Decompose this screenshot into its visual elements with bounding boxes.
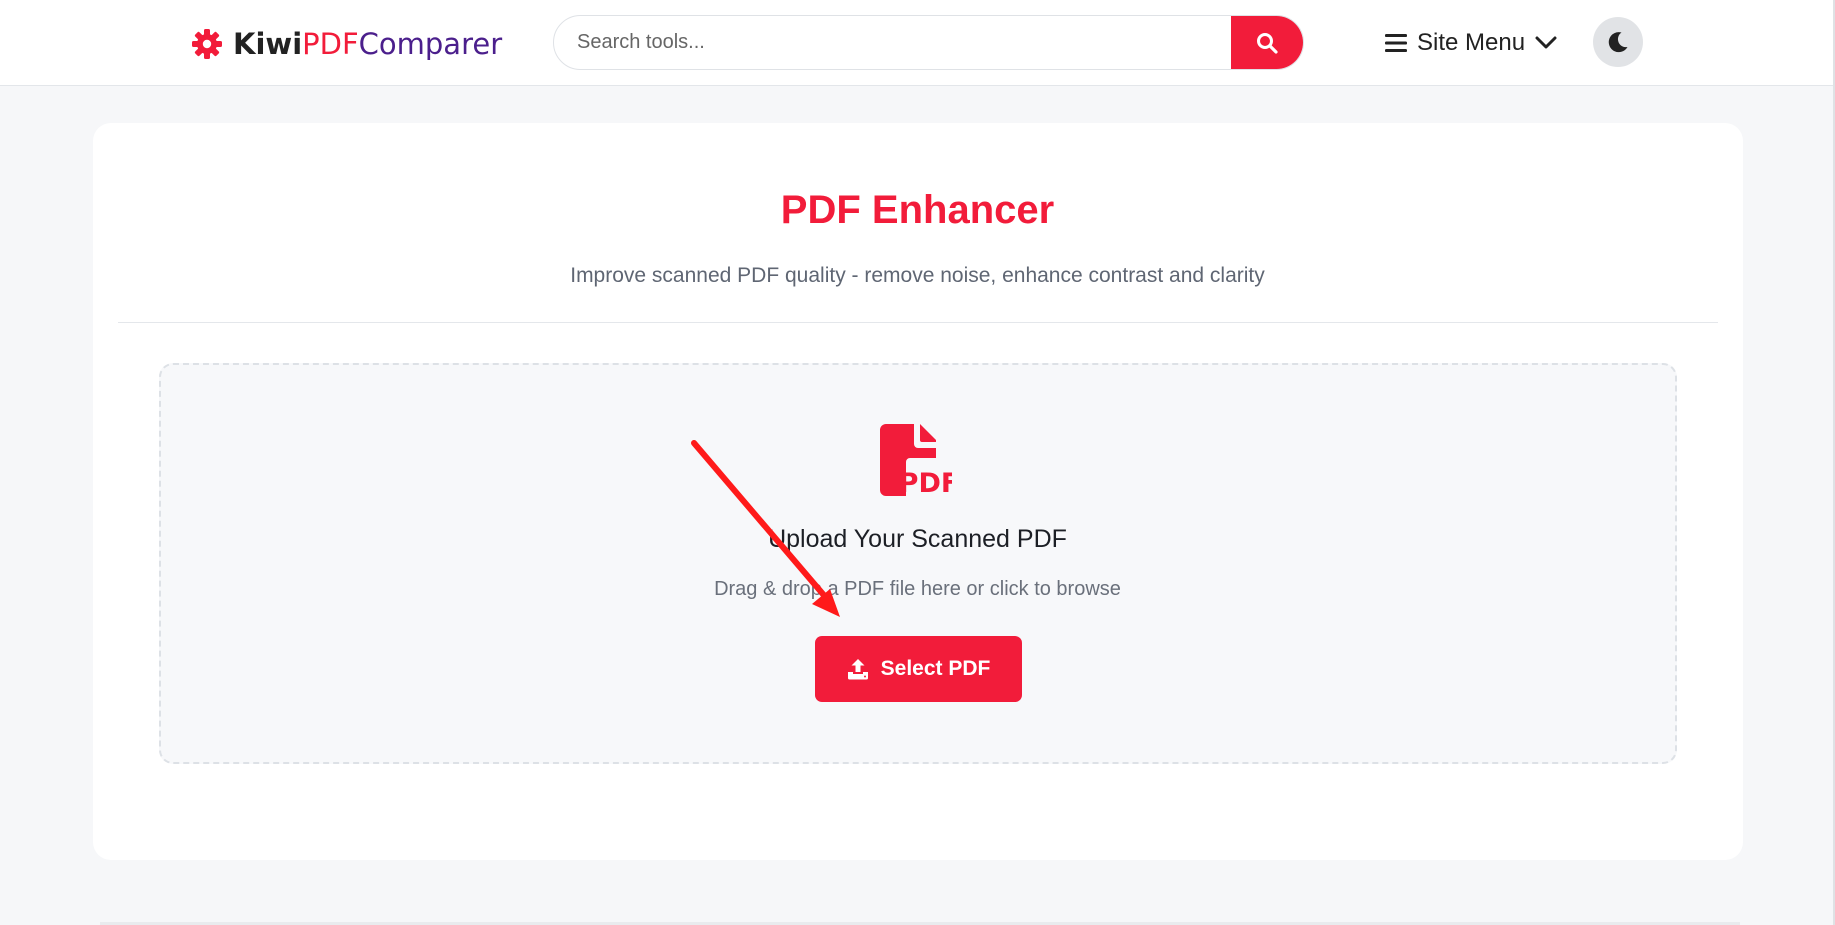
site-menu-button[interactable]: Site Menu [1385, 24, 1557, 62]
chevron-down-icon [1535, 36, 1557, 49]
site-menu-label: Site Menu [1417, 29, 1526, 56]
select-pdf-label: Select PDF [880, 657, 991, 680]
logo-text-comparer: Comparer [358, 27, 503, 61]
upload-icon [847, 659, 868, 680]
page: KiwiPDFComparer Site Menu [0, 0, 1835, 925]
site-logo[interactable]: KiwiPDFComparer [191, 26, 502, 62]
divider [118, 322, 1718, 323]
upload-subtitle: Drag & drop a PDF file here or click to … [714, 578, 1121, 600]
search-bar [553, 15, 1304, 70]
search-button[interactable] [1231, 16, 1303, 69]
upload-title: Upload Your Scanned PDF [768, 525, 1067, 553]
logo-text-pdf: PDF [302, 27, 359, 61]
top-header: KiwiPDFComparer Site Menu [0, 0, 1835, 86]
pdf-icon-label: PDF [899, 468, 952, 496]
logo-text-kiwi: Kiwi [233, 27, 303, 61]
search-icon [1257, 32, 1278, 54]
hamburger-icon [1385, 34, 1407, 52]
page-subtitle: Improve scanned PDF quality - remove noi… [570, 264, 1265, 287]
page-title: PDF Enhancer [780, 188, 1055, 232]
select-pdf-button[interactable]: Select PDF [815, 636, 1022, 702]
pdf-file-icon: PDF [880, 424, 952, 496]
gear-icon [192, 29, 222, 59]
moon-icon [1608, 32, 1628, 53]
search-input[interactable] [554, 16, 1234, 69]
dark-mode-toggle[interactable] [1593, 17, 1643, 67]
